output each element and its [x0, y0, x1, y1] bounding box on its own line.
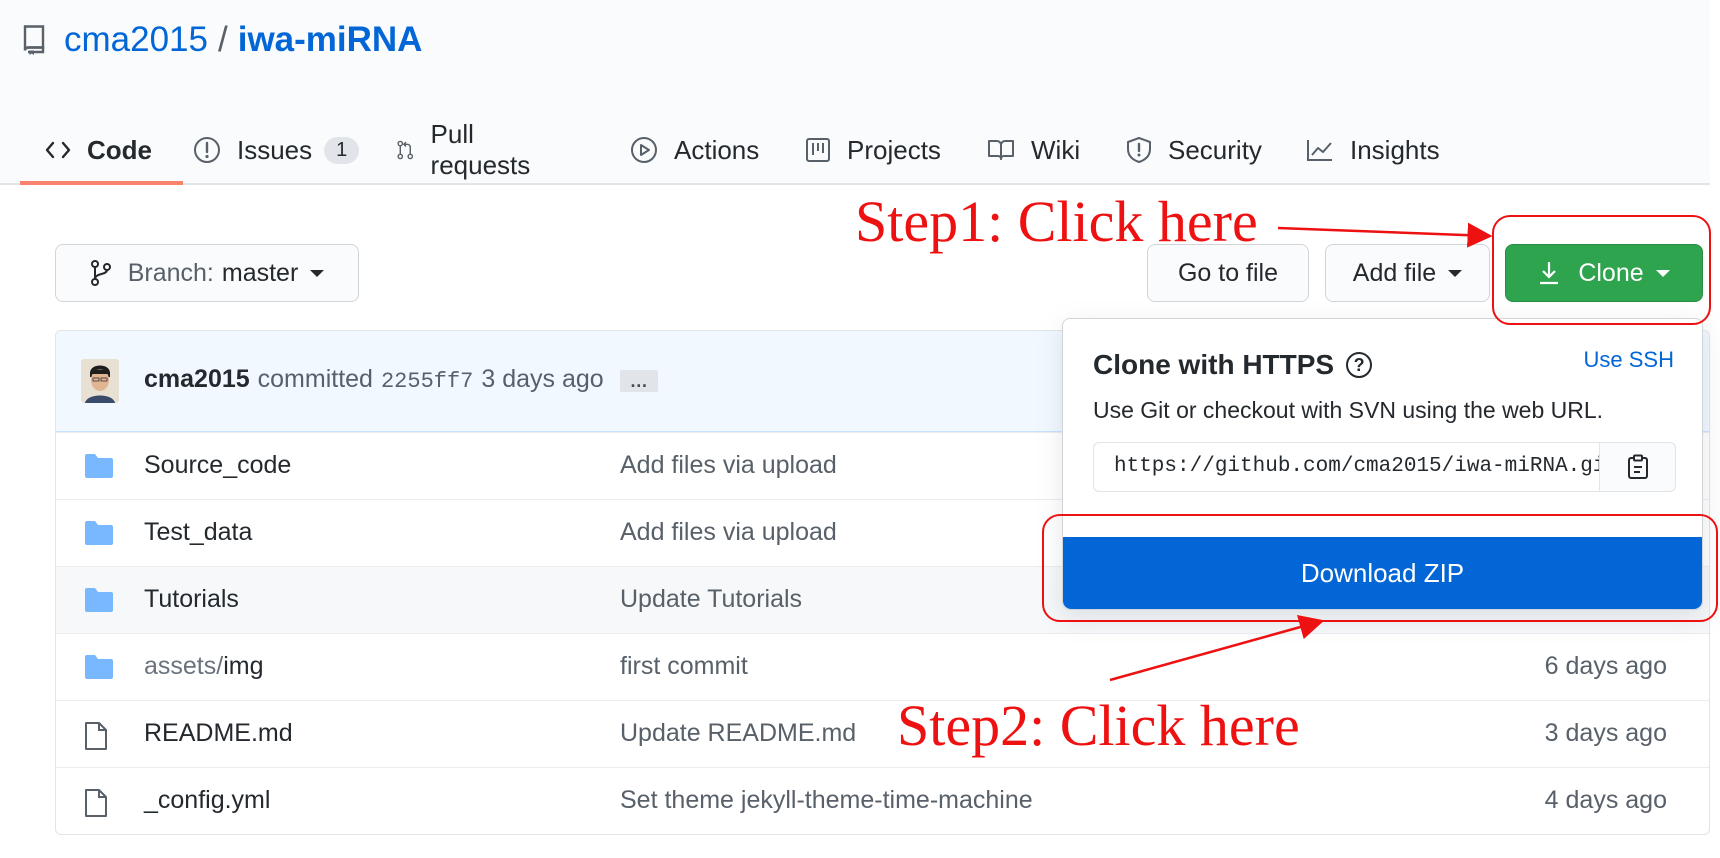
clipboard-icon [1627, 454, 1648, 479]
file-name-link[interactable]: README.md [144, 719, 293, 748]
file-commit-message[interactable]: Set theme jekyll-theme-time-machine [620, 786, 1033, 815]
commit-age: 3 days ago [481, 365, 604, 393]
file-name-link[interactable]: Test_data [144, 518, 252, 547]
file-row-config[interactable]: _config.yml Set theme jekyll-theme-time-… [56, 767, 1709, 834]
play-icon [631, 137, 657, 163]
commit-summary: cma2015 committed 2255ff7 3 days ago … [144, 365, 658, 394]
avatar-image [81, 359, 119, 403]
tab-label: Security [1168, 134, 1262, 165]
file-commit-message[interactable]: Update Tutorials [620, 585, 802, 614]
tab-label: Projects [847, 134, 941, 165]
tab-pull-requests[interactable]: Pull requests [396, 115, 538, 185]
tab-actions[interactable]: Actions [630, 115, 759, 185]
step1-arrow [1277, 222, 1493, 248]
repo-icon [23, 25, 45, 55]
chevron-down-icon [310, 269, 325, 277]
graph-icon [1307, 140, 1332, 161]
repo-separator: / [217, 20, 228, 59]
commit-author-link[interactable]: cma2015 [144, 365, 250, 394]
file-commit-message[interactable]: Update README.md [620, 719, 856, 748]
tab-label: Code [87, 134, 152, 165]
folder-icon [85, 655, 113, 679]
folder-icon [85, 454, 113, 478]
tab-code[interactable]: Code [45, 115, 152, 185]
branch-prefix: Branch: [127, 258, 214, 287]
folder-icon [85, 588, 113, 612]
copy-url-button[interactable] [1600, 443, 1675, 491]
tab-wiki[interactable]: Wiki [987, 115, 1080, 185]
tab-label: Actions [674, 134, 760, 165]
step1-highlight-box [1492, 215, 1711, 325]
tab-insights[interactable]: Insights [1306, 115, 1440, 185]
repo-header: cma2015 / iwa-miRNA Code Issues 1 Pull r… [0, 0, 1710, 185]
commit-expand-button[interactable]: … [619, 370, 658, 392]
file-name-link[interactable]: _config.yml [144, 786, 270, 815]
branch-select-button[interactable]: Branch: master [55, 244, 359, 302]
clone-title-text: Clone with HTTPS [1093, 349, 1335, 380]
book-icon [988, 140, 1014, 160]
branch-name: master [221, 258, 299, 287]
clone-url-input[interactable]: https://github.com/cma2015/iwa-miRNA.git [1094, 443, 1601, 491]
tab-label: Insights [1350, 134, 1440, 165]
file-commit-message[interactable]: first commit [620, 652, 748, 681]
code-icon [45, 141, 71, 159]
tab-label: Wiki [1031, 134, 1081, 165]
file-row-assets-img[interactable]: assets/img first commit 6 days ago [56, 633, 1709, 700]
file-age: 4 days ago [1544, 786, 1667, 814]
branch-icon [90, 260, 111, 286]
file-row-readme[interactable]: README.md Update README.md 3 days ago [56, 700, 1709, 767]
tab-issues[interactable]: Issues 1 [193, 115, 360, 185]
add-file-label: Add file [1352, 258, 1437, 287]
file-name-link[interactable]: Source_code [144, 451, 291, 480]
commit-verb: committed [257, 365, 373, 393]
avatar[interactable] [81, 359, 119, 403]
tab-security[interactable]: Security [1126, 115, 1262, 185]
selected-tab-underline [20, 181, 183, 185]
clone-description: Use Git or checkout with SVN using the w… [1093, 397, 1604, 423]
file-age: 6 days ago [1544, 652, 1667, 680]
help-icon[interactable]: ? [1346, 352, 1373, 378]
shield-icon [1127, 137, 1151, 163]
use-ssh-link[interactable]: Use SSH [1584, 347, 1674, 373]
repo-title: cma2015 / iwa-miRNA [22, 20, 422, 60]
file-age: 3 days ago [1544, 719, 1667, 747]
clone-panel-title: Clone with HTTPS ? [1093, 349, 1373, 381]
step2-annotation: Step2: Click here [897, 693, 1300, 758]
file-icon [85, 789, 107, 817]
step1-annotation: Step1: Click here [855, 189, 1258, 254]
add-file-button[interactable]: Add file [1325, 244, 1490, 302]
tab-label: Pull requests [430, 119, 531, 180]
file-commit-message[interactable]: Add files via upload [620, 451, 837, 480]
project-icon [806, 138, 830, 162]
chevron-down-icon [1448, 269, 1463, 277]
file-name-link[interactable]: assets/img [144, 652, 264, 681]
clone-url-group: https://github.com/cma2015/iwa-miRNA.git [1093, 442, 1676, 492]
file-commit-message[interactable]: Add files via upload [620, 518, 837, 547]
folder-icon [85, 521, 113, 545]
repo-owner-link[interactable]: cma2015 [64, 20, 208, 60]
pull-request-icon [397, 140, 414, 160]
tab-projects[interactable]: Projects [805, 115, 941, 185]
step2-highlight-box [1042, 514, 1718, 622]
issue-icon [194, 137, 220, 163]
file-name-link[interactable]: Tutorials [144, 585, 239, 614]
go-to-file-label: Go to file [1177, 258, 1279, 287]
commit-sha-link[interactable]: 2255ff7 [381, 369, 473, 394]
repo-name-link[interactable]: iwa-miRNA [238, 20, 423, 60]
tab-label: Issues [237, 134, 313, 165]
issues-count-badge: 1 [324, 136, 360, 164]
file-icon [85, 722, 107, 750]
